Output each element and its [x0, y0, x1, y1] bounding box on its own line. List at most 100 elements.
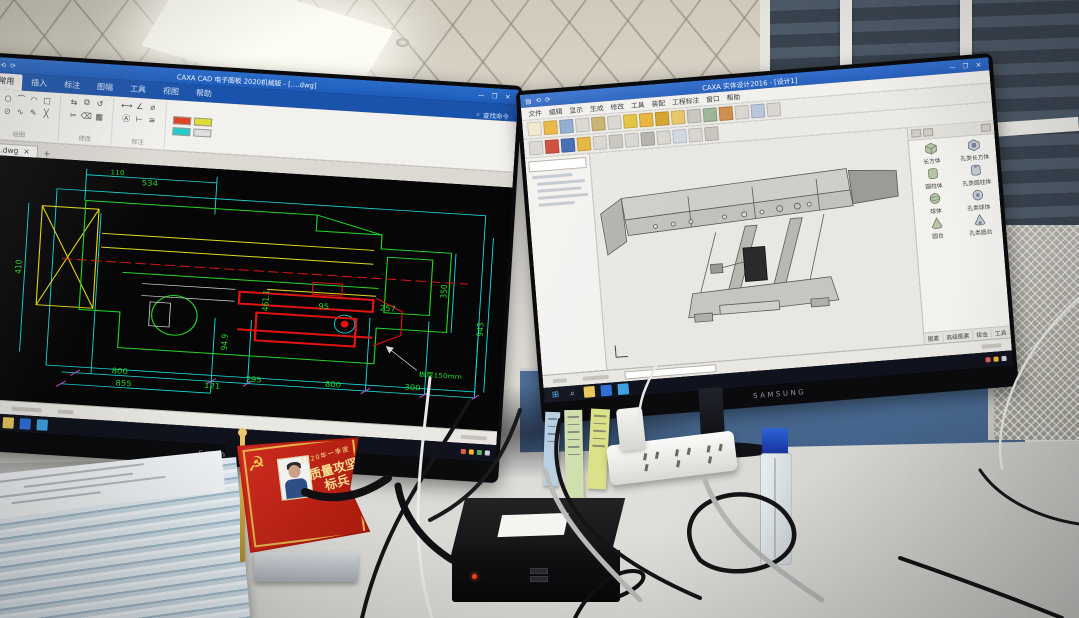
rotate-tool-icon[interactable]: ↺ — [96, 99, 103, 108]
cad-drawing-canvas[interactable]: 110 534 Ø1900 410 460 95 257 461.1 94.9 … — [0, 154, 513, 431]
tab-tufu[interactable]: 图幅 — [89, 79, 122, 97]
measure-icon[interactable] — [750, 103, 765, 118]
wave-tool-icon[interactable]: ∿ — [17, 107, 24, 116]
system-tray[interactable] — [985, 356, 1006, 363]
tab-biaozhu[interactable]: 标注 — [56, 77, 89, 95]
menu-help[interactable]: 帮助 — [726, 91, 740, 102]
close-button[interactable]: ✕ — [973, 60, 985, 69]
shell-icon[interactable] — [734, 105, 749, 120]
angle-dim-icon[interactable]: ∠ — [136, 101, 144, 110]
library-item[interactable]: 圆台 — [916, 215, 959, 241]
caxa-app-icon[interactable] — [600, 385, 612, 397]
linear-dim-icon[interactable]: ⟷ — [121, 100, 133, 110]
menu-modify[interactable]: 修改 — [610, 101, 624, 112]
cut-icon[interactable] — [591, 116, 606, 131]
select-icon[interactable] — [529, 140, 544, 155]
menu-window[interactable]: 窗口 — [706, 93, 720, 104]
redo-icon[interactable]: ⟳ — [10, 61, 16, 69]
move-tool-icon[interactable]: ⇆ — [70, 97, 77, 106]
diameter-dim-icon[interactable]: ⌀ — [150, 102, 155, 111]
menu-view[interactable]: 显示 — [569, 104, 583, 115]
minimize-button[interactable]: — — [476, 91, 487, 100]
close-button[interactable]: ✕ — [502, 92, 513, 101]
sweep-icon[interactable] — [671, 110, 686, 125]
arc-tool-icon[interactable]: ⌒ — [17, 93, 26, 104]
library-item[interactable]: 长方体 — [910, 141, 953, 167]
quick-access-toolbar[interactable]: ▤ ⟲ ⟳ — [525, 95, 553, 105]
extrude-icon[interactable] — [639, 112, 654, 127]
fillet-icon[interactable] — [703, 107, 718, 122]
chamfer-icon[interactable] — [718, 106, 733, 121]
library-item[interactable]: 球体 — [914, 190, 957, 216]
constraint-icon[interactable] — [704, 126, 719, 141]
loft-icon[interactable] — [687, 109, 702, 124]
menu-annotation[interactable]: 工程标注 — [672, 95, 700, 107]
file-explorer-icon[interactable] — [2, 417, 14, 429]
taskbar-search-icon[interactable]: ⌕ — [567, 387, 579, 399]
menu-edit[interactable]: 编辑 — [548, 106, 562, 117]
system-tray[interactable] — [461, 449, 490, 456]
app-menu-icon[interactable]: ▤ — [525, 97, 532, 105]
datum-dim-icon[interactable]: ⊢ — [135, 114, 143, 123]
maximize-button[interactable]: ❐ — [960, 61, 972, 70]
element-library-panel[interactable]: 长方体 孔类长方体 圆柱体 — [907, 121, 1011, 344]
menu-file[interactable]: 文件 — [528, 107, 542, 118]
pan-icon[interactable] — [640, 131, 655, 146]
rect-tool-icon[interactable]: □ — [43, 95, 51, 104]
library-item[interactable]: 孔类圆台 — [959, 212, 1002, 238]
quick-access-toolbar[interactable]: ▤ ⟲ ⟳ — [0, 60, 18, 70]
part-icon[interactable] — [576, 136, 591, 151]
open-file-icon[interactable] — [543, 120, 558, 135]
menu-tools[interactable]: 工具 — [631, 99, 645, 110]
browser-app-icon[interactable] — [36, 419, 48, 431]
library-tab-sheetmetal[interactable]: 钣金 — [973, 329, 992, 339]
library-item[interactable]: 圆柱体 — [912, 165, 955, 191]
spline-tool-icon[interactable]: ◠ — [30, 95, 38, 104]
display-icon[interactable] — [688, 127, 703, 142]
library-tab-elements[interactable]: 图素 — [924, 333, 943, 343]
trim-tool-icon[interactable]: ✂ — [70, 110, 77, 119]
erase-tool-icon[interactable]: ⌫ — [80, 111, 92, 121]
model-viewport[interactable] — [590, 128, 924, 370]
render-mode-icon[interactable] — [672, 129, 687, 144]
array-tool-icon[interactable]: ▦ — [95, 112, 103, 121]
point-tool-icon[interactable]: ⊙ — [4, 106, 11, 115]
hatch-tool-icon[interactable]: ╳ — [44, 109, 49, 118]
new-file-icon[interactable] — [527, 121, 542, 136]
drawing-icon[interactable] — [608, 134, 623, 149]
tree-filter-combobox[interactable] — [528, 157, 587, 173]
browser-app-icon[interactable] — [617, 383, 629, 395]
copy-icon[interactable] — [607, 115, 622, 130]
revolve-icon[interactable] — [655, 111, 670, 126]
library-item[interactable]: 孔类圆柱体 — [955, 162, 998, 188]
library-item[interactable]: 孔类长方体 — [953, 137, 996, 163]
tab-charu[interactable]: 插入 — [23, 75, 56, 93]
tab-bangzhu[interactable]: 帮助 — [187, 85, 220, 103]
document-tab-close-icon[interactable]: × — [23, 147, 30, 156]
redo-icon[interactable]: ⟳ — [545, 95, 551, 103]
caxa-app-icon[interactable] — [19, 418, 31, 430]
undo-icon[interactable]: ⟲ — [535, 96, 541, 104]
undo-icon[interactable]: ⟲ — [0, 61, 6, 69]
library-tab-tools[interactable]: 工具 — [992, 327, 1011, 337]
text-dim-icon[interactable]: Ⓐ — [122, 112, 131, 123]
assembly-icon[interactable] — [592, 135, 607, 150]
tab-changyong[interactable]: 常用 — [0, 73, 23, 91]
maximize-button[interactable]: ❐ — [489, 91, 500, 100]
start-button[interactable]: ⊞ — [550, 389, 562, 401]
sketch-tool-icon[interactable]: ✎ — [30, 108, 37, 117]
zoom-icon[interactable] — [624, 133, 639, 148]
layer-color-controls[interactable] — [171, 102, 213, 150]
minimize-button[interactable]: — — [947, 62, 959, 71]
tab-shitu[interactable]: 视图 — [154, 83, 187, 101]
sketch3d-icon[interactable] — [560, 138, 575, 153]
leader-dim-icon[interactable]: ≡ — [148, 115, 155, 124]
paste-icon[interactable] — [623, 114, 638, 129]
rotate-view-icon[interactable] — [656, 130, 671, 145]
save-icon[interactable] — [559, 119, 574, 134]
file-explorer-icon[interactable] — [583, 386, 595, 398]
menu-generate[interactable]: 生成 — [590, 102, 604, 113]
menu-assembly[interactable]: 装配 — [651, 97, 665, 108]
material-icon[interactable] — [766, 102, 781, 117]
print-icon[interactable] — [575, 118, 590, 133]
